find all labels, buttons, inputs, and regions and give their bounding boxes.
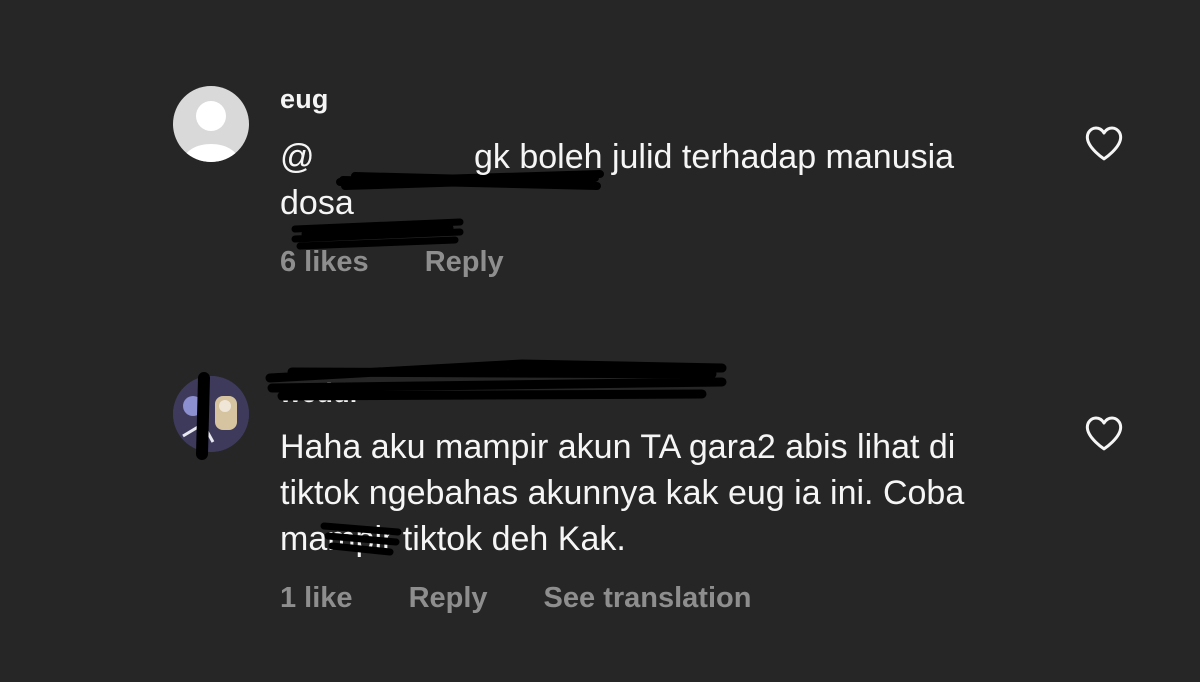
person-silhouette-icon <box>183 101 239 162</box>
comment-2: weddi Haha aku mampir akun TA gara2 abis… <box>0 359 1200 632</box>
default-avatar[interactable] <box>173 86 249 162</box>
user-avatar[interactable] <box>173 376 249 452</box>
likes-count[interactable]: 1 like <box>280 582 353 615</box>
comment-1: eug @ gk boleh julid terhadap manusia do… <box>0 82 1200 302</box>
mention-link[interactable]: @ <box>280 138 315 176</box>
reply-button[interactable]: Reply <box>425 246 504 279</box>
comment-meta: 6 likes Reply <box>280 246 504 279</box>
heart-outline-icon[interactable] <box>1084 414 1124 452</box>
comment-text: @ gk boleh julid terhadap manusia dosa <box>280 134 1000 226</box>
avatar-image-icon <box>173 376 249 452</box>
comment-username[interactable]: weddi <box>280 378 358 409</box>
comment-text: Haha aku mampir akun TA gara2 abis lihat… <box>280 428 965 558</box>
heart-outline-icon[interactable] <box>1084 124 1124 162</box>
reply-button[interactable]: Reply <box>409 582 488 615</box>
comment-body: gk boleh julid terhadap manusia dosa <box>280 138 955 222</box>
likes-count[interactable]: 6 likes <box>280 246 369 279</box>
see-translation-button[interactable]: See translation <box>544 582 752 615</box>
comment-username[interactable]: eug <box>280 84 329 115</box>
comment-meta: 1 like Reply See translation <box>280 582 751 615</box>
